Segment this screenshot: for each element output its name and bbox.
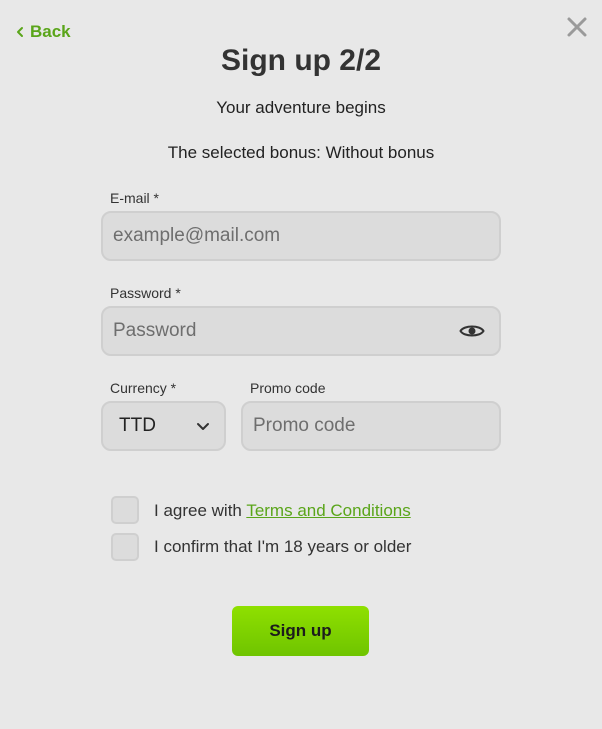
close-icon[interactable]: [566, 16, 588, 38]
password-field[interactable]: [103, 308, 499, 354]
email-field[interactable]: [103, 213, 499, 259]
page-title: Sign up 2/2: [220, 44, 382, 77]
back-label: Back: [30, 22, 71, 41]
password-label: Password *: [110, 285, 181, 301]
sign-up-button[interactable]: Sign up: [232, 606, 369, 656]
eye-icon[interactable]: [459, 322, 485, 340]
age-checkbox[interactable]: [111, 533, 139, 561]
chevron-left-icon: [17, 27, 23, 37]
promo-code-input[interactable]: [243, 403, 499, 449]
currency-select[interactable]: TTD: [101, 401, 226, 451]
terms-link[interactable]: Terms and Conditions: [246, 501, 410, 520]
back-link[interactable]: Back: [16, 22, 71, 42]
chevron-down-icon: [197, 423, 209, 430]
email-label: E-mail *: [110, 190, 160, 206]
currency-label: Currency *: [110, 380, 177, 396]
page-subtitle: Your adventure begins: [216, 98, 386, 117]
currency-value: TTD: [119, 415, 156, 436]
password-field-wrapper: [101, 306, 501, 356]
email-field-wrapper: [101, 211, 501, 261]
terms-text: I agree with Terms and Conditions: [154, 501, 411, 521]
promo-code-field-wrapper: [241, 401, 501, 451]
terms-checkbox[interactable]: [111, 496, 139, 524]
promo-code-label: Promo code: [250, 380, 326, 396]
age-confirm-text: I confirm that I'm 18 years or older: [154, 537, 412, 556]
terms-prefix: I agree with: [154, 501, 242, 520]
selected-bonus-text: The selected bonus: Without bonus: [167, 143, 435, 162]
